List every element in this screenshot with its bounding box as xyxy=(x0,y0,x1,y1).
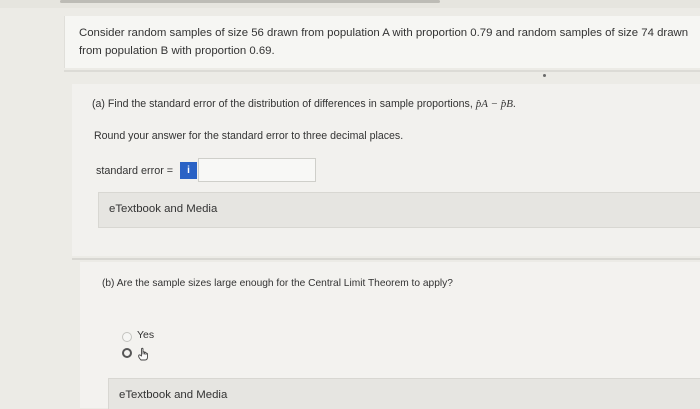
top-strip xyxy=(0,0,700,8)
radio-yes[interactable] xyxy=(122,332,132,342)
etextbook-media-a-label: eTextbook and Media xyxy=(109,203,218,215)
part-a-question-text: (a) Find the standard error of the distr… xyxy=(92,98,473,110)
etextbook-media-a[interactable]: eTextbook and Media xyxy=(98,192,700,228)
hand-cursor-icon xyxy=(138,347,148,361)
part-a-question: (a) Find the standard error of the distr… xyxy=(92,98,516,110)
part-a-section: (a) Find the standard error of the distr… xyxy=(72,84,700,256)
cursor-dot xyxy=(543,74,546,77)
standard-error-label: standard error = xyxy=(96,165,174,177)
section-divider-2 xyxy=(72,258,700,260)
part-a-math: p̂A − p̂B xyxy=(475,98,513,110)
part-b-section: (b) Are the sample sizes large enough fo… xyxy=(80,262,700,409)
info-icon[interactable]: i xyxy=(180,162,197,179)
rounding-instruction: Round your answer for the standard error… xyxy=(94,130,404,142)
section-divider xyxy=(64,70,700,72)
problem-text: Consider random samples of size 56 drawn… xyxy=(79,27,689,57)
etextbook-media-b-label: eTextbook and Media xyxy=(119,389,228,401)
part-b-question: (b) Are the sample sizes large enough fo… xyxy=(102,278,453,289)
option-yes-label: Yes xyxy=(137,329,155,341)
etextbook-media-b[interactable]: eTextbook and Media xyxy=(108,378,700,409)
top-divider xyxy=(60,0,440,3)
problem-statement: Consider random samples of size 56 drawn… xyxy=(64,16,700,68)
standard-error-input[interactable] xyxy=(198,158,316,182)
radio-no[interactable] xyxy=(122,348,132,358)
